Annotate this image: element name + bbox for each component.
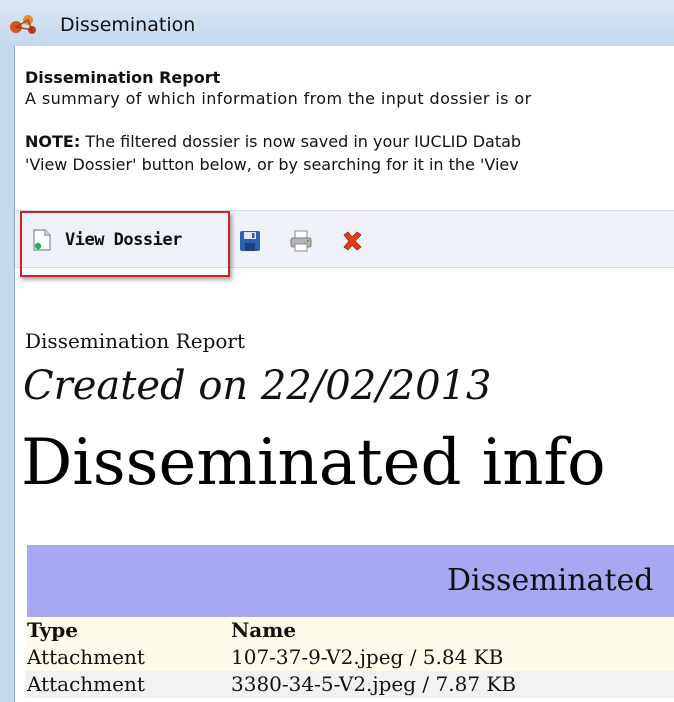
- cell-name: 3380-34-5-V2.jpeg / 7.87 KB: [231, 672, 517, 696]
- table-row: Attachment 3380-34-5-V2.jpeg / 7.87 KB: [25, 671, 674, 698]
- view-dossier-button[interactable]: View Dossier: [20, 211, 230, 277]
- section-banner-title: Disseminated: [447, 563, 654, 598]
- print-icon[interactable]: [289, 229, 313, 253]
- report-panel: Dissemination Report A summary of which …: [15, 46, 674, 702]
- table-header-row: Type Name: [25, 617, 674, 644]
- close-icon[interactable]: [340, 229, 364, 253]
- note-line-1: The filtered dossier is now saved in you…: [80, 132, 522, 151]
- window-frame: [0, 46, 14, 702]
- window-title: Dissemination: [60, 14, 196, 36]
- column-header-name: Name: [231, 618, 297, 642]
- note-text: NOTE: The filtered dossier is now saved …: [25, 132, 521, 151]
- app-icon: [10, 15, 36, 34]
- save-icon[interactable]: [238, 229, 262, 253]
- view-dossier-label: View Dossier: [65, 230, 182, 250]
- disseminated-info-title: Disseminated info: [21, 426, 606, 500]
- note-line-2: 'View Dossier' button below, or by searc…: [25, 155, 519, 174]
- toolbar: View Dossier: [15, 210, 674, 277]
- disseminated-table: Type Name Attachment 107-37-9-V2.jpeg / …: [25, 617, 674, 698]
- cell-type: Attachment: [27, 645, 145, 669]
- report-description: A summary of which information from the …: [25, 89, 532, 108]
- cell-type: Attachment: [27, 672, 145, 696]
- table-row: Attachment 107-37-9-V2.jpeg / 5.84 KB: [25, 644, 674, 671]
- report-small-title: Dissemination Report: [25, 329, 246, 353]
- document-icon: [33, 229, 51, 251]
- window-titlebar[interactable]: Dissemination: [0, 0, 674, 46]
- cell-name: 107-37-9-V2.jpeg / 5.84 KB: [231, 645, 504, 669]
- section-banner: Disseminated: [27, 545, 674, 617]
- report-heading: Dissemination Report: [25, 68, 221, 87]
- note-label: NOTE:: [25, 132, 81, 151]
- created-on-date: Created on 22/02/2013: [23, 363, 492, 409]
- column-header-type: Type: [27, 618, 79, 642]
